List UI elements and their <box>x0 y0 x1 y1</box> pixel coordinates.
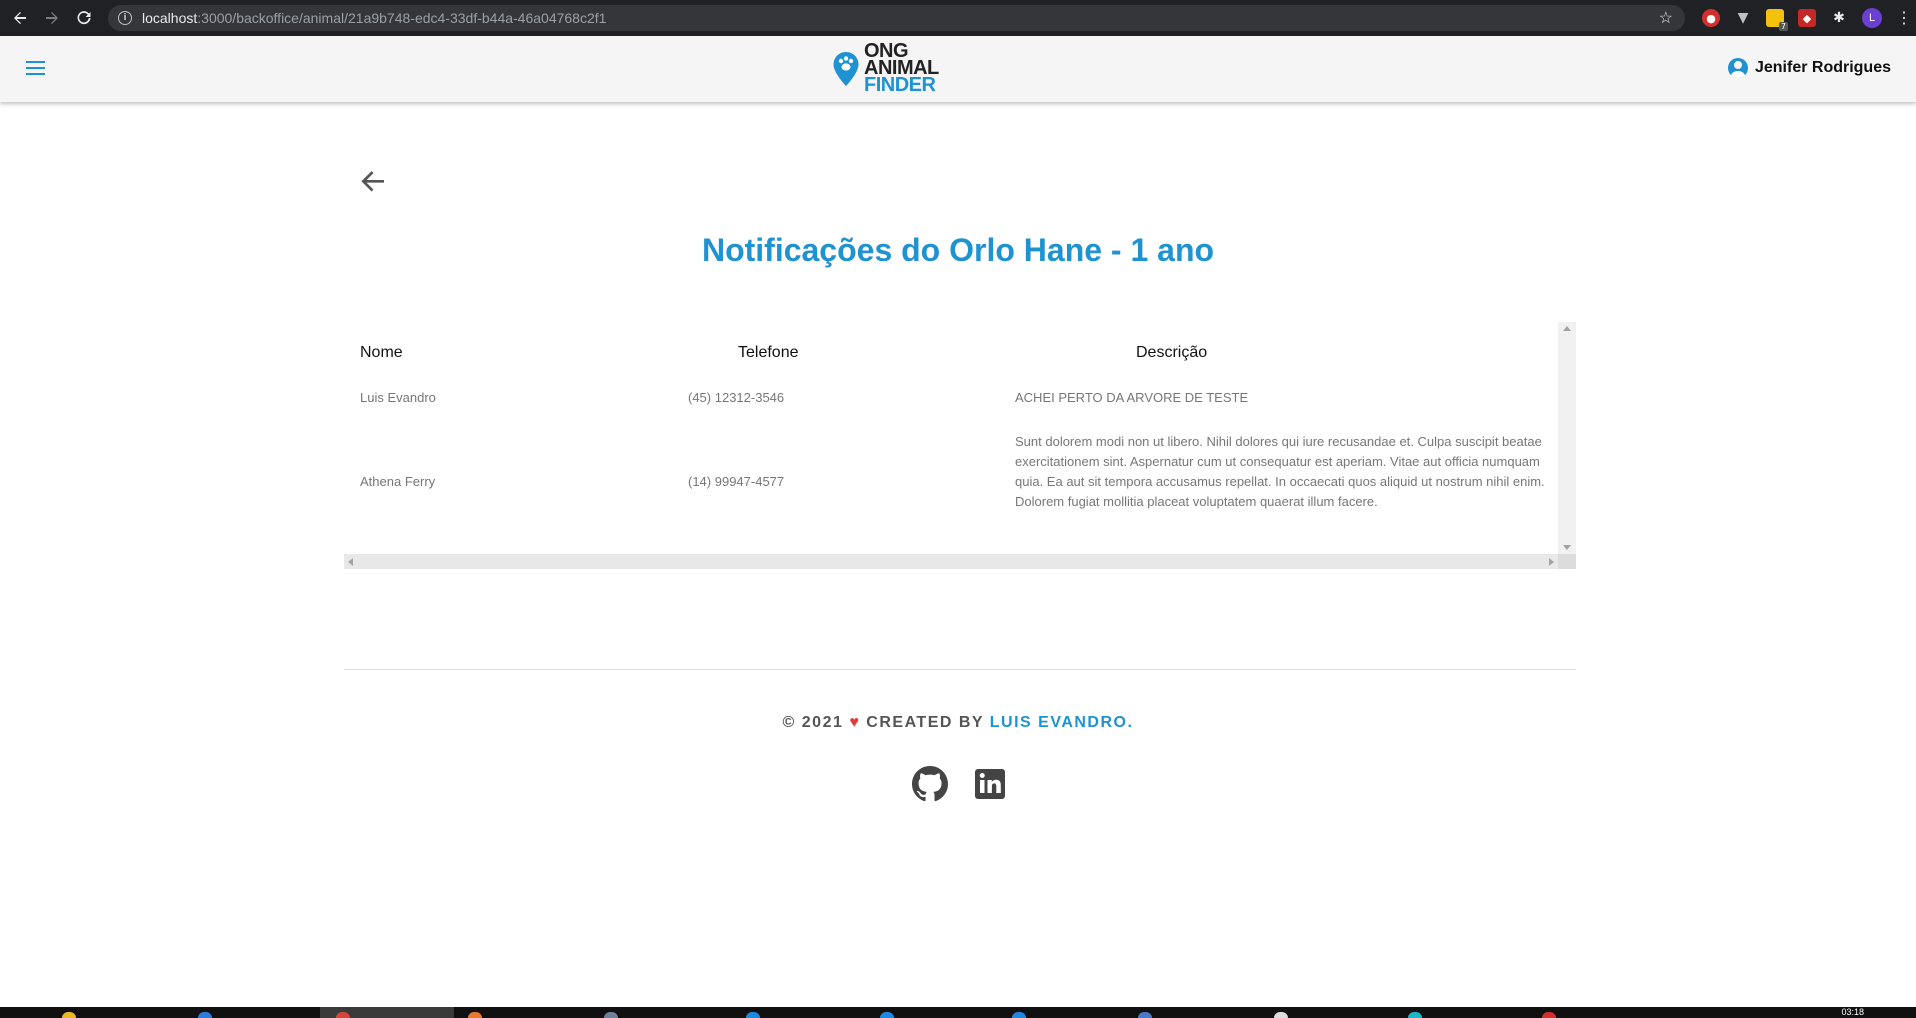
extension-adblock-icon[interactable]: ● <box>1702 9 1720 27</box>
bookmark-star-icon[interactable]: ☆ <box>1659 8 1673 28</box>
os-taskbar: 03:18 <box>0 1007 1916 1018</box>
cell-descricao: Sunt dolorem modi non ut libero. Nihil d… <box>1015 434 1545 509</box>
scrollbar-corner <box>1558 554 1576 569</box>
paw-pin-icon <box>832 51 860 87</box>
browser-menu-icon[interactable]: ⋮ <box>1896 8 1912 28</box>
logo[interactable]: ONG ANIMAL FINDER <box>832 41 939 96</box>
cell-nome: Athena Ferry <box>360 474 436 489</box>
page-title: Notificações do Orlo Hane - 1 ano <box>701 232 1215 268</box>
taskbar-app-icon[interactable] <box>198 1012 212 1018</box>
horizontal-scrollbar[interactable] <box>344 554 1558 569</box>
url-path: :3000/backoffice/animal/21a9b748-edc4-33… <box>197 10 607 26</box>
taskbar-app-icon[interactable] <box>1274 1012 1288 1018</box>
taskbar-app-icon[interactable] <box>1408 1012 1422 1018</box>
taskbar-app-icon[interactable] <box>468 1012 482 1018</box>
scroll-right-icon[interactable] <box>1549 558 1554 566</box>
cell-telefone: (14) 99947-4577 <box>688 474 785 489</box>
linkedin-icon[interactable] <box>972 766 1008 802</box>
footer-created-by: CREATED BY <box>866 714 984 731</box>
forward-nav-icon[interactable] <box>36 0 68 36</box>
taskbar-vscode-icon[interactable] <box>746 1012 760 1018</box>
footer-period: . <box>1127 714 1134 731</box>
reload-icon[interactable] <box>68 0 100 36</box>
extensions-puzzle-icon[interactable]: ✱ <box>1830 9 1848 27</box>
site-info-icon[interactable]: i <box>118 11 132 25</box>
footer-credits: © 2021 ♥ CREATED BY LUIS EVANDRO. <box>0 714 1916 732</box>
url-host: localhost <box>142 10 198 26</box>
taskbar-vscode-icon[interactable] <box>880 1012 894 1018</box>
extension-badge: 7 <box>1778 22 1788 31</box>
column-header-telefone: Telefone <box>738 344 799 361</box>
user-name: Jenifer Rodrigues <box>1754 59 1891 76</box>
profile-avatar[interactable]: L <box>1862 8 1882 28</box>
footer-divider <box>344 669 1576 670</box>
author-link[interactable]: LUIS EVANDRO <box>990 714 1128 731</box>
column-header-descricao: Descrição <box>1136 344 1208 361</box>
column-header-nome: Nome <box>360 344 403 361</box>
notifications-table: Nome Telefone Descrição Luis Evandro (45… <box>344 322 1576 569</box>
extension-vue-icon[interactable]: ▼ <box>1734 9 1752 27</box>
cell-descricao: ACHEI PERTO DA ARVORE DE TESTE <box>1015 390 1249 405</box>
account-circle-icon <box>1727 58 1748 78</box>
address-bar[interactable]: i localhost:3000/backoffice/animal/21a9b… <box>108 5 1685 31</box>
github-icon[interactable] <box>912 766 948 802</box>
vertical-scrollbar[interactable] <box>1558 322 1576 554</box>
extension-notes-icon[interactable]: 7 <box>1766 9 1788 31</box>
logo-line-finder: FINDER <box>864 74 936 96</box>
extension-redux-icon[interactable]: ◆ <box>1798 9 1816 27</box>
taskbar-app-icon[interactable] <box>604 1012 618 1018</box>
browser-toolbar: i localhost:3000/backoffice/animal/21a9b… <box>0 0 1916 36</box>
scroll-down-icon[interactable] <box>1563 545 1571 550</box>
back-nav-icon[interactable] <box>4 0 36 36</box>
cell-telefone: (45) 12312-3546 <box>688 390 785 405</box>
user-menu[interactable]: Jenifer Rodrigues <box>1727 58 1891 78</box>
cell-nome: Luis Evandro <box>360 390 436 405</box>
scroll-up-icon[interactable] <box>1563 326 1571 331</box>
taskbar-app-icon[interactable] <box>1138 1012 1152 1018</box>
heart-icon: ♥ <box>849 714 861 731</box>
hamburger-menu-icon[interactable] <box>26 61 45 75</box>
social-links <box>912 766 1008 802</box>
taskbar-chrome-icon[interactable] <box>336 1012 350 1018</box>
taskbar-app-icon[interactable] <box>1542 1012 1556 1018</box>
footer-copyright: © 2021 <box>782 714 844 731</box>
app-header: ONG ANIMAL FINDER Jenifer Rodrigues <box>0 36 1916 102</box>
taskbar-clock: 03:18 <box>1841 1007 1864 1017</box>
back-arrow-icon[interactable] <box>358 166 388 196</box>
scroll-left-icon[interactable] <box>348 558 353 566</box>
taskbar-vscode-icon[interactable] <box>1012 1012 1026 1018</box>
taskbar-folder-icon[interactable] <box>62 1012 76 1018</box>
